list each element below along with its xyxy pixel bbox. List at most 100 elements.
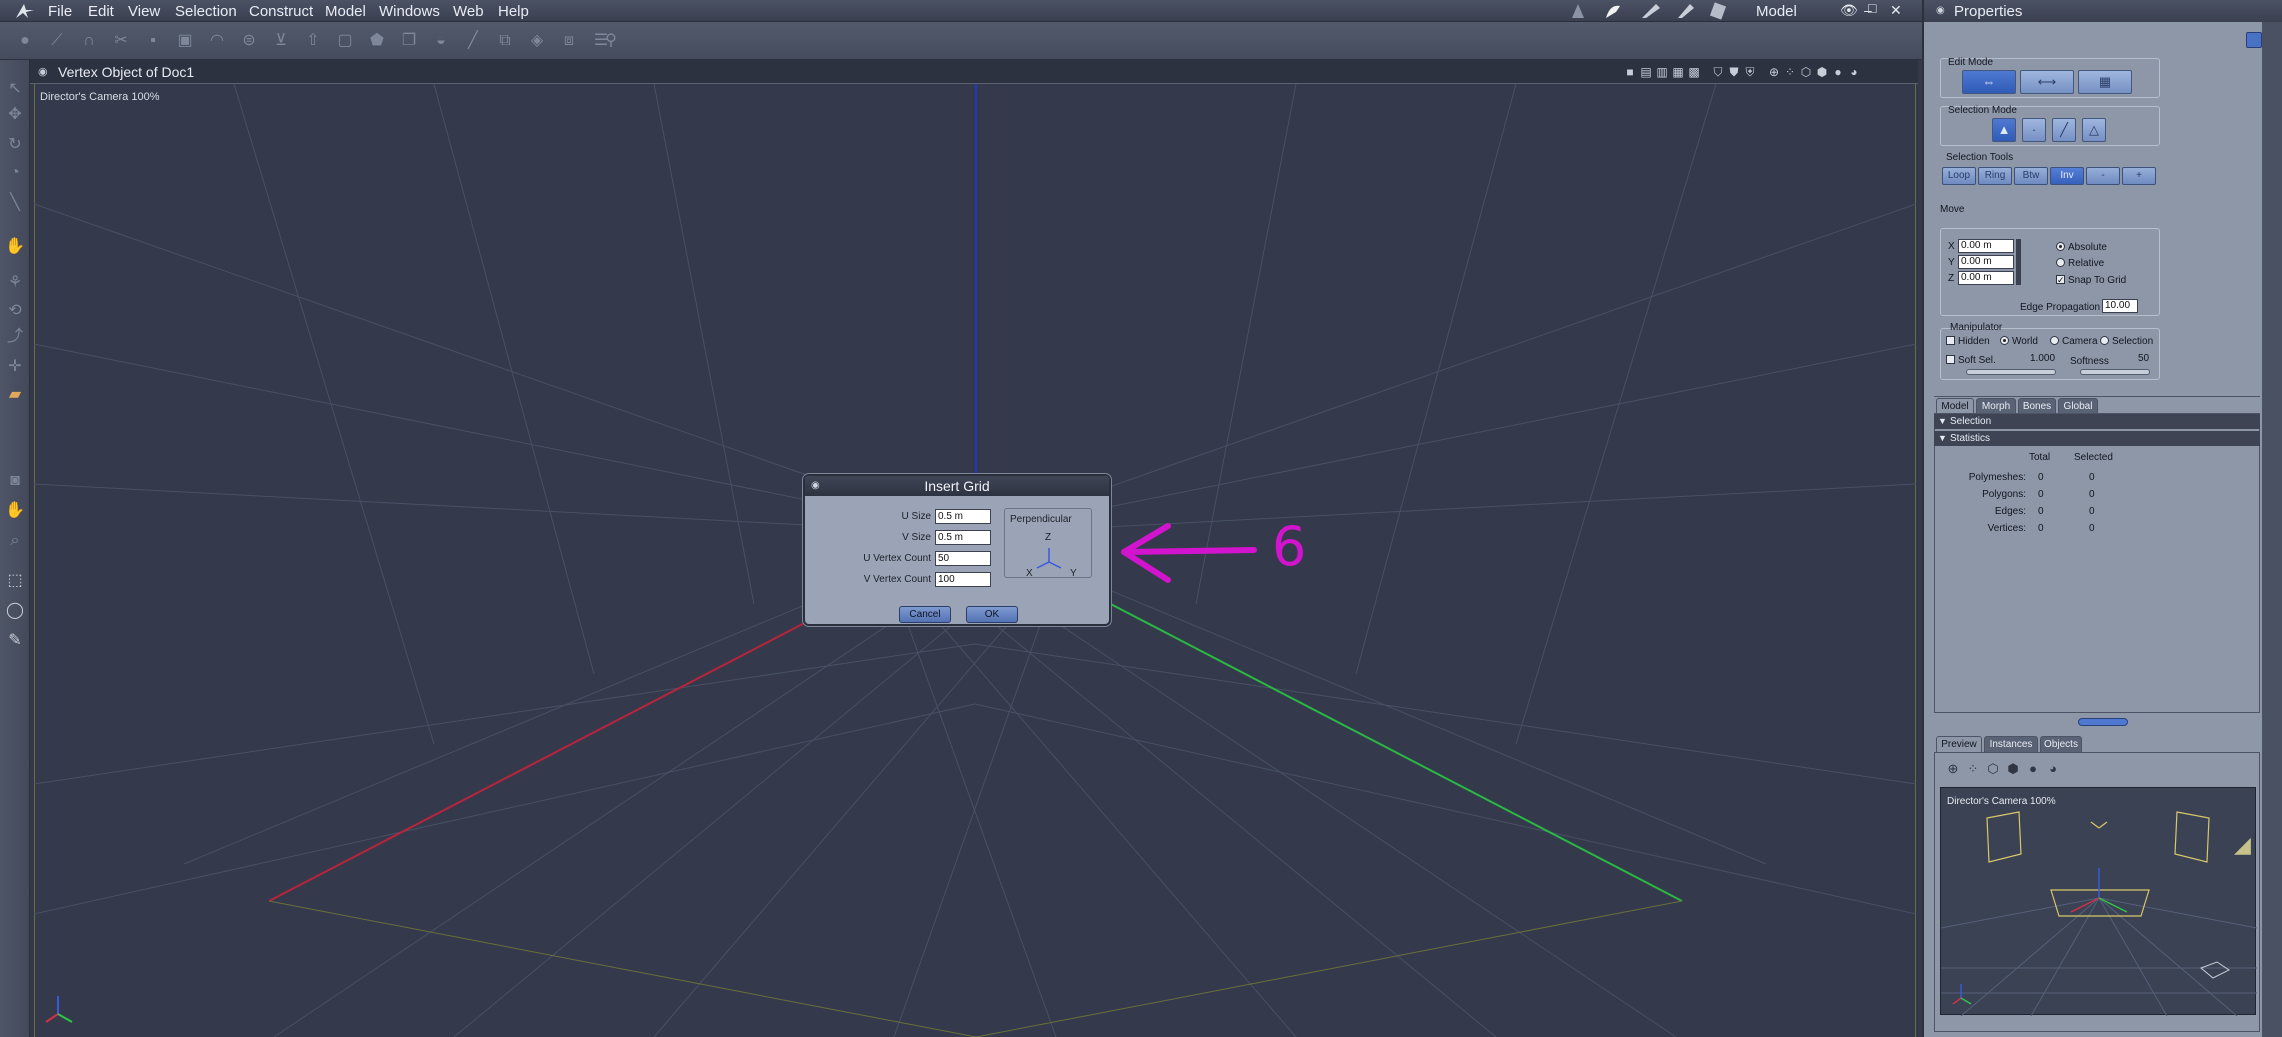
twist-icon[interactable]: ⟲ (4, 300, 26, 322)
tab-model[interactable]: Model (1936, 398, 1974, 414)
menu-model[interactable]: Model (325, 3, 366, 20)
shield-icon[interactable]: ⛉ (1710, 64, 1726, 80)
sphere-icon[interactable]: ● (14, 30, 36, 52)
compass-icon[interactable]: ⊕ (1766, 64, 1782, 80)
cube-frame-icon[interactable]: ▢ (334, 30, 356, 52)
wire-cube-icon[interactable]: ⬡ (1798, 64, 1814, 80)
menu-help[interactable]: Help (498, 3, 529, 20)
smooth-icon[interactable]: ◒ (430, 30, 452, 52)
layout-two-icon[interactable]: ▤ (1638, 64, 1654, 80)
preview-viewport[interactable]: Director's Camera 100% (1940, 787, 2257, 1016)
select-arrow-icon[interactable]: ↖ (4, 78, 26, 100)
edit-mode-bend-button[interactable]: ⟷ (2020, 70, 2074, 94)
soft-sel-slider[interactable] (1966, 369, 2056, 375)
x-input[interactable]: 0.00 m (1958, 239, 2014, 253)
hidden-checkbox[interactable] (1946, 336, 1955, 345)
bridge-icon[interactable]: ⬟ (366, 30, 388, 52)
preview-dots-icon[interactable]: ⁘ (1966, 762, 1980, 776)
shell-icon[interactable]: ◈ (526, 30, 548, 52)
eye-icon[interactable]: 👁 (1840, 2, 1858, 19)
shield-full-icon[interactable]: ⛨ (1742, 64, 1758, 80)
panel-menu-icon[interactable] (2246, 32, 2262, 48)
statistics-section-header[interactable]: ▼ Statistics (1934, 431, 2260, 446)
snap-to-grid-checkbox[interactable]: ✓ (2056, 275, 2065, 285)
select-edge-button[interactable]: ╱ (2052, 118, 2076, 142)
pen-icon[interactable]: ⟋ (46, 30, 68, 52)
u-vertex-count-input[interactable]: 50 (935, 551, 991, 566)
v-vertex-count-input[interactable]: 100 (935, 572, 991, 587)
magnet-tool-icon[interactable]: ⚘ (4, 272, 26, 294)
absolute-radio[interactable] (2056, 242, 2065, 251)
copy-icon[interactable]: ❐ (398, 30, 420, 52)
rotate-icon[interactable]: ↻ (4, 134, 26, 156)
tab-morph[interactable]: Morph (1976, 398, 2016, 414)
between-button[interactable]: Btw (2014, 167, 2048, 185)
scale-icon[interactable]: ◔ (4, 162, 26, 184)
axis-y-label[interactable]: Y (1070, 568, 1077, 579)
edit-mode-vertex-button[interactable]: ⇔ (1962, 70, 2016, 94)
shrink-button[interactable]: - (2086, 167, 2120, 185)
cancel-button[interactable]: Cancel (899, 606, 951, 623)
layout-grid-icon[interactable]: ▩ (1686, 64, 1702, 80)
symmetry-icon[interactable]: ⧈ (558, 30, 580, 52)
invert-button[interactable]: Inv (2050, 167, 2084, 185)
camera-radio[interactable] (2050, 336, 2059, 345)
ok-button[interactable]: OK (966, 606, 1018, 623)
layout-three-icon[interactable]: ▥ (1654, 64, 1670, 80)
point-icon[interactable]: ▪ (142, 30, 164, 52)
rect-select-icon[interactable]: ⬚ (4, 570, 26, 592)
select-polygon-button[interactable]: ▲ (1992, 118, 2016, 142)
relative-radio[interactable] (2056, 258, 2065, 267)
axis-z-label[interactable]: Z (1045, 532, 1051, 543)
grow-button[interactable]: + (2122, 167, 2156, 185)
world-radio[interactable] (2000, 336, 2009, 345)
crosshair-icon[interactable]: ✛ (4, 356, 26, 378)
tab-instances[interactable]: Instances (1984, 736, 2038, 752)
app-logo-icon[interactable] (14, 2, 38, 20)
preview-textured-icon[interactable]: ◕ (2046, 762, 2060, 776)
shaded-sphere-icon[interactable]: ● (1830, 64, 1846, 80)
menu-file[interactable]: File (48, 3, 72, 20)
grab-icon[interactable]: ✋ (4, 236, 26, 258)
slide-icon[interactable]: ╲ (4, 192, 26, 214)
boolean-icon[interactable]: ⧉ (494, 30, 516, 52)
scissors-icon[interactable]: ✂ (110, 30, 132, 52)
tab-bones[interactable]: Bones (2018, 398, 2056, 414)
lathe-icon[interactable]: ⊜ (238, 30, 260, 52)
weld-icon[interactable]: ⚲ (600, 30, 622, 52)
menu-windows[interactable]: Windows (379, 3, 440, 20)
select-vertex-button[interactable]: · (2022, 118, 2046, 142)
loop-button[interactable]: Loop (1942, 167, 1976, 185)
brush-select-icon[interactable]: ✎ (4, 630, 26, 652)
lasso-icon[interactable]: ◯ (4, 600, 26, 622)
hand-pan-icon[interactable]: ✋ (4, 500, 26, 522)
select-face-button[interactable]: △ (2082, 118, 2106, 142)
bend-icon[interactable]: ⤴ (4, 326, 26, 348)
menu-selection[interactable]: Selection (175, 3, 237, 20)
preview-compass-icon[interactable]: ⊕ (1946, 762, 1960, 776)
room-tabs-icons[interactable] (1566, 0, 1726, 22)
layout-single-icon[interactable]: ■ (1622, 64, 1638, 80)
menu-construct[interactable]: Construct (249, 3, 313, 20)
move-icon[interactable]: ✥ (4, 104, 26, 126)
y-input[interactable]: 0.00 m (1958, 255, 2014, 269)
camera-icon[interactable]: ◙ (4, 470, 26, 492)
selection-section-header[interactable]: ▼ Selection (1934, 414, 2260, 429)
ring-button[interactable]: Ring (1978, 167, 2012, 185)
menu-edit[interactable]: Edit (88, 3, 114, 20)
textured-sphere-icon[interactable]: ◕ (1846, 64, 1862, 80)
close-icon[interactable]: ✕ (1890, 2, 1902, 19)
lamp-icon[interactable]: ◢ (2234, 832, 2251, 858)
xyz-spinners[interactable] (2016, 239, 2021, 285)
shield-half-icon[interactable]: ⛊ (1726, 64, 1742, 80)
preview-sphere-icon[interactable]: ● (2026, 762, 2040, 776)
preview-wire-icon[interactable]: ⬡ (1986, 762, 2000, 776)
v-size-input[interactable]: 0.5 m (935, 530, 991, 545)
menu-web[interactable]: Web (453, 3, 484, 20)
knife-icon[interactable]: ╱ (462, 30, 484, 52)
bounding-box-icon[interactable]: ▣ (174, 30, 196, 52)
sweep-icon[interactable]: ⇧ (302, 30, 324, 52)
material-icon[interactable]: ▰ (4, 384, 26, 406)
preview-cube-icon[interactable]: ⬢ (2006, 762, 2020, 776)
dome-icon[interactable]: ◠ (206, 30, 228, 52)
